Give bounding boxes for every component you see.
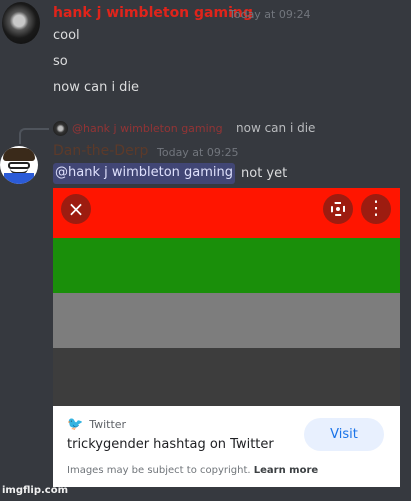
- reply-preview-text[interactable]: now can i die: [236, 121, 315, 135]
- message-line-1: cool: [53, 28, 80, 43]
- source-label: Twitter: [89, 418, 127, 431]
- reply-avatar[interactable]: [53, 121, 68, 136]
- source-row: 🐦 Twitter: [67, 417, 126, 432]
- message-line-3: now can i die: [53, 80, 140, 95]
- avatar-hank[interactable]: [2, 2, 40, 44]
- image-band-green: [53, 238, 400, 293]
- avatar-hair: [3, 148, 35, 161]
- lens-icon: [331, 202, 345, 216]
- username-dan[interactable]: Dan-the-Derp: [53, 143, 148, 159]
- lens-button[interactable]: [323, 194, 353, 224]
- copyright-text: Images may be subject to copyright.: [67, 465, 251, 476]
- close-icon: ×: [67, 197, 85, 221]
- username-hank[interactable]: hank j wimbleton gaming: [53, 5, 253, 21]
- more-vert-icon: ⋮: [366, 197, 386, 219]
- avatar-shirt: [4, 173, 34, 184]
- timestamp-dan: Today at 09:25: [157, 146, 239, 159]
- reply-connector: [19, 128, 49, 144]
- avatar-dan[interactable]: [0, 146, 38, 184]
- visit-button[interactable]: Visit: [304, 418, 384, 451]
- timestamp-hank: Today at 09:24: [229, 8, 311, 21]
- message-text-dan: not yet: [241, 166, 288, 181]
- message-line-2: so: [53, 54, 68, 69]
- learn-more-link[interactable]: Learn more: [254, 465, 318, 476]
- embed-title[interactable]: trickygender hashtag on Twitter: [67, 437, 274, 452]
- reply-username[interactable]: @hank j wimbleton gaming: [72, 122, 223, 135]
- more-options-button[interactable]: ⋮: [361, 194, 391, 224]
- image-embed-card: × ⋮ 🐦 Twitter trickygender hashtag on Twi…: [53, 188, 400, 487]
- twitter-bird-icon: 🐦: [67, 417, 84, 432]
- image-band-gray: [53, 293, 400, 348]
- watermark: imgflip.com: [2, 485, 69, 496]
- image-band-dark: [53, 348, 400, 406]
- close-button[interactable]: ×: [61, 194, 91, 224]
- copyright-note: Images may be subject to copyright. Lear…: [67, 465, 318, 476]
- mention-tag[interactable]: @hank j wimbleton gaming: [53, 163, 236, 184]
